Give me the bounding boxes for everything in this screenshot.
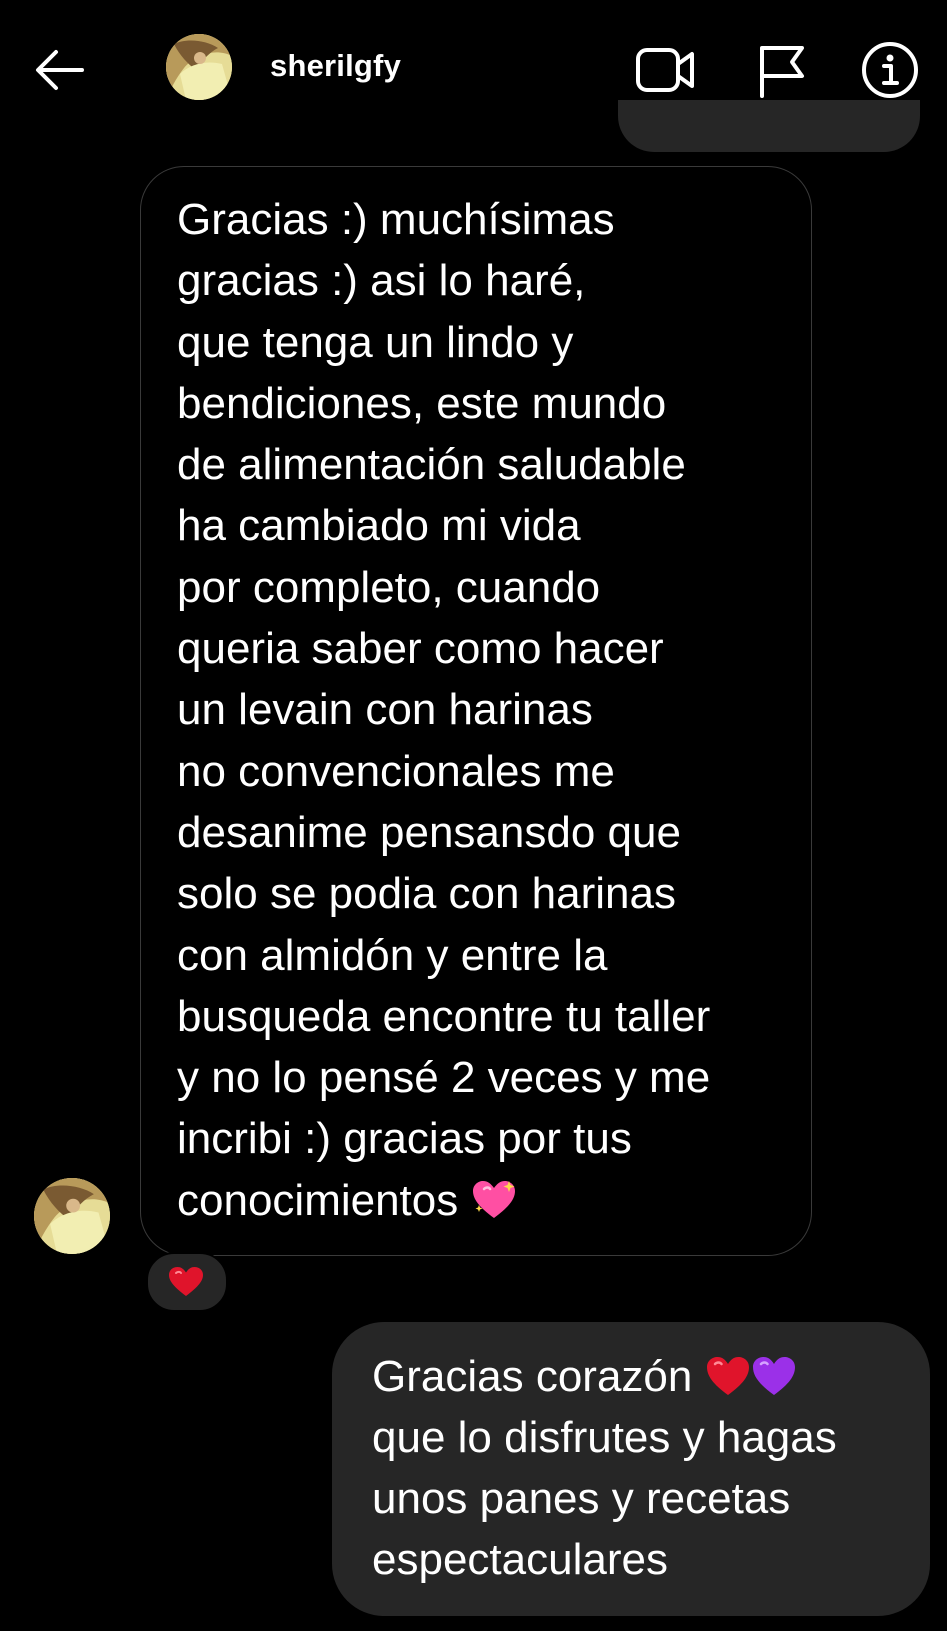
incoming-message-text: Gracias :) muchísimas gracias :) asi lo … xyxy=(177,189,797,1231)
contact-username[interactable]: sherilgfy xyxy=(270,48,401,84)
red-heart-icon xyxy=(705,1355,751,1397)
back-button[interactable] xyxy=(28,38,92,102)
avatar-image xyxy=(166,34,232,100)
outgoing-message-line: unos panes y recetas xyxy=(372,1474,791,1523)
red-heart-icon xyxy=(169,1267,203,1296)
outgoing-message-line: que lo disfrutes y hagas xyxy=(372,1413,837,1462)
message-reaction[interactable] xyxy=(146,1252,228,1312)
info-button[interactable] xyxy=(858,38,922,102)
outgoing-line-text: Gracias corazón xyxy=(372,1352,693,1401)
video-camera-icon xyxy=(636,48,694,92)
flag-icon xyxy=(760,46,804,98)
report-button[interactable] xyxy=(748,38,812,102)
outgoing-message-line: espectaculares xyxy=(372,1535,668,1584)
arrow-left-icon xyxy=(36,50,84,90)
outgoing-message-bubble[interactable]: Gracias corazón que lo disfrutes y hagas… xyxy=(332,1322,930,1616)
incoming-message-bubble[interactable]: Gracias :) muchísimas gracias :) asi lo … xyxy=(140,166,812,1256)
contact-avatar[interactable] xyxy=(166,34,232,100)
video-call-button[interactable] xyxy=(634,38,698,102)
sparkling-heart-icon xyxy=(471,1179,517,1221)
previous-message-bubble xyxy=(618,100,920,152)
avatar-image xyxy=(34,1178,110,1254)
info-icon xyxy=(862,42,918,98)
sender-avatar[interactable] xyxy=(34,1178,110,1254)
incoming-message-body: Gracias :) muchísimas gracias :) asi lo … xyxy=(177,195,711,1225)
purple-heart-icon xyxy=(751,1355,797,1397)
outgoing-message-line: Gracias corazón xyxy=(372,1346,797,1407)
